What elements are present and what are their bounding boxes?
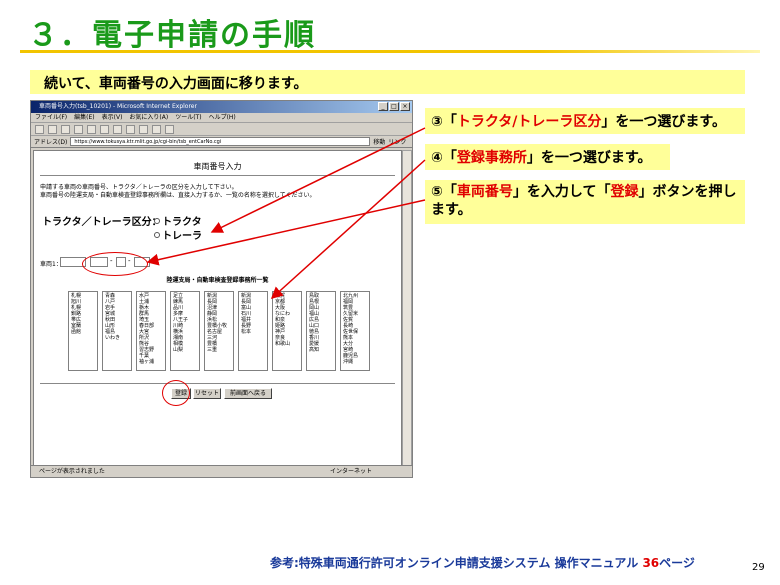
page-number: 29	[752, 562, 765, 573]
footer-reference: 参考:特殊車両通行許可オンライン申請支援システム 操作マニュアル 36ページ	[270, 556, 695, 570]
annotation-arrows	[146, 127, 426, 300]
arrow-to-category	[210, 127, 426, 233]
arrow-to-plate	[146, 199, 426, 266]
